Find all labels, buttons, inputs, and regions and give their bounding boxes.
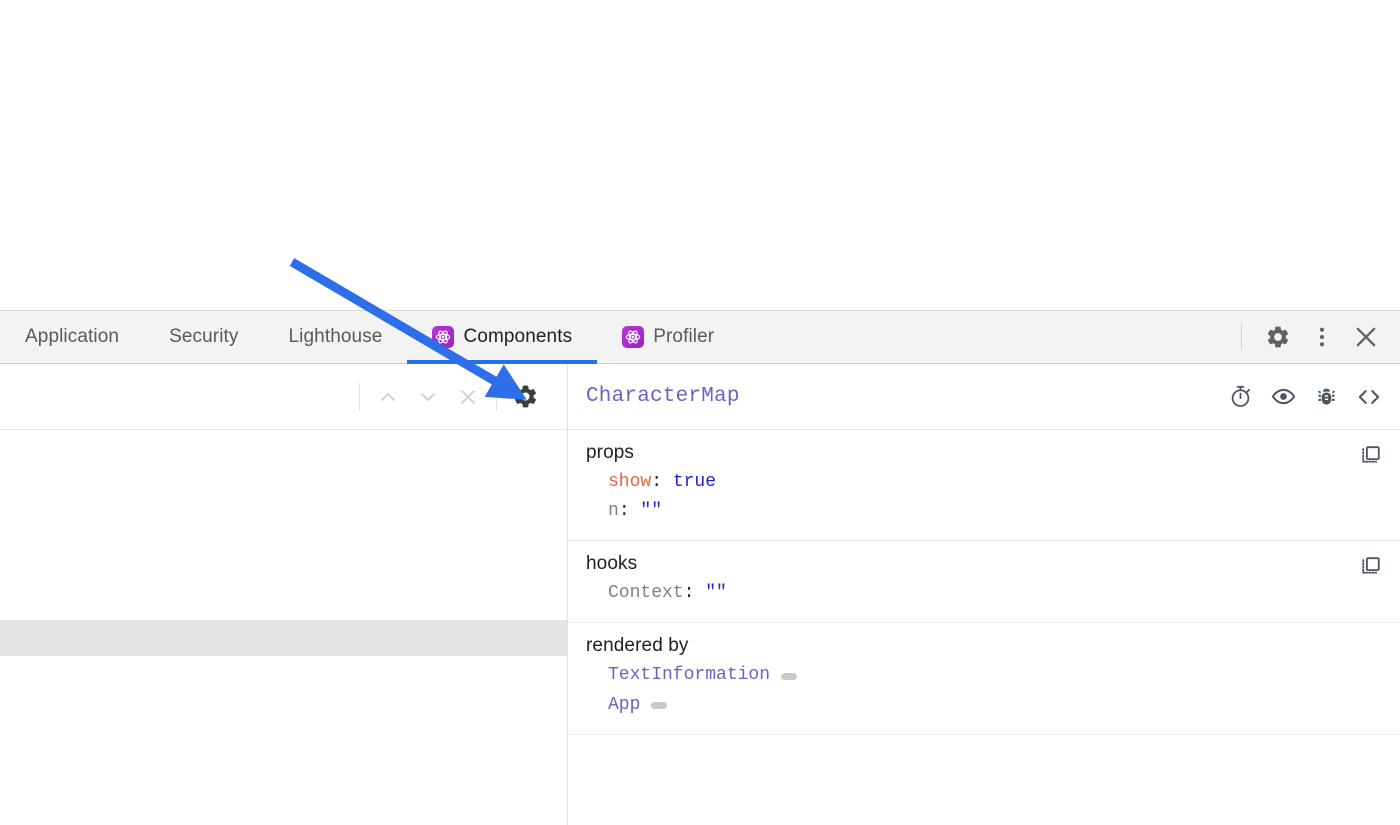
section-hooks: hooks Context: "" [568,541,1400,624]
prop-value: true [672,472,717,492]
react-logo-icon [622,326,645,348]
view-source-code-icon[interactable] [1352,380,1386,414]
devtools-tabbar: Application Security Lighthouse Componen… [0,310,1400,364]
react-logo-icon [432,326,455,348]
hook-separator: : [683,583,706,604]
prop-key: show [608,472,652,492]
tab-lighthouse[interactable]: Lighthouse [264,311,408,363]
toolbar-divider-left [359,382,360,411]
rendered-by-row-app[interactable]: App [568,691,1400,720]
more-options-icon[interactable] [1302,317,1342,357]
component-tree-pane [0,364,568,825]
hook-value: "" [705,583,727,604]
component-inspector-pane: CharacterMap props show: true n: "" ho… [568,364,1400,825]
owner-component-name: TextInformation [608,665,771,686]
component-tree-toolbar [0,364,567,430]
search-next-icon[interactable] [408,377,448,417]
tab-label: Components [463,326,573,347]
section-title: hooks [586,553,638,575]
inspector-header-actions [1223,380,1386,414]
tab-label: Security [169,326,239,347]
prop-row-n[interactable]: n: "" [568,497,1400,526]
log-bug-icon[interactable] [1309,380,1343,414]
component-tree[interactable] [0,430,567,825]
tab-label: Application [25,326,120,347]
copy-props-icon[interactable] [1356,440,1386,470]
prop-key: n [608,501,619,522]
clear-search-icon[interactable] [448,377,488,417]
owner-badge-pill [781,672,798,680]
tabbar-spacer [739,311,1241,363]
section-title: props [586,442,635,463]
inspect-eye-icon[interactable] [1266,380,1300,414]
devtools-tabbar-actions [1241,311,1400,363]
tab-profiler[interactable]: Profiler [597,311,739,363]
close-devtools-icon[interactable] [1346,317,1386,357]
tab-components[interactable]: Components [407,311,597,364]
web-page-viewport [0,0,1400,310]
prop-separator: : [651,472,673,492]
settings-gear-icon[interactable] [1258,317,1298,357]
prop-row-show[interactable]: show: true [568,468,1400,497]
prop-separator: : [618,501,641,522]
search-prev-icon[interactable] [368,377,408,417]
owner-badge-pill [651,701,668,709]
tab-label: Profiler [653,326,715,347]
inspected-component-name: CharacterMap [586,385,740,408]
owner-component-name: App [608,694,641,715]
copy-hooks-icon[interactable] [1356,551,1386,581]
tree-row-selected[interactable] [0,620,567,656]
section-title: rendered by [586,635,689,657]
section-props: props show: true n: "" [568,430,1400,542]
prop-value: "" [640,501,663,522]
tabbar-divider [1241,324,1242,350]
inspector-header: CharacterMap [568,364,1400,430]
inspector-sections: props show: true n: "" hooks Context: "… [568,430,1400,825]
tab-security[interactable]: Security [144,311,263,363]
toolbar-divider-right [496,382,497,411]
tab-label: Lighthouse [288,326,383,347]
components-settings-gear-icon[interactable] [505,377,545,417]
tab-application[interactable]: Application [0,311,144,363]
rendered-by-row-textinformation[interactable]: TextInformation [568,661,1400,690]
hook-row-context[interactable]: Context: "" [568,579,1400,608]
suspend-timer-icon[interactable] [1223,380,1257,414]
hook-key: Context [608,583,684,604]
tree-top-spacer [0,430,567,620]
devtools-panel: Application Security Lighthouse Componen… [0,310,1400,825]
section-rendered-by: rendered by TextInformation App [568,623,1400,735]
components-panel-body: CharacterMap props show: true n: "" ho… [0,364,1400,825]
